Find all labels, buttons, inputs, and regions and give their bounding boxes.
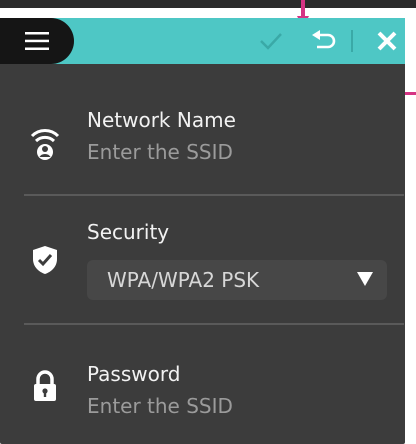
undo-button[interactable]: [310, 27, 338, 55]
password-input[interactable]: Enter the SSID: [87, 394, 233, 418]
ssid-input[interactable]: Enter the SSID: [87, 140, 233, 164]
security-label: Security: [87, 220, 170, 244]
close-icon: [377, 31, 397, 51]
header-divider: [351, 30, 353, 52]
wifi-person-icon: [30, 126, 60, 162]
check-icon: [260, 33, 282, 50]
top-strip: [0, 0, 416, 8]
triangle-down-icon: [357, 272, 373, 286]
shield-check-icon: [30, 242, 60, 278]
lock-icon: [30, 368, 60, 404]
hamburger-icon: [25, 32, 49, 50]
divider: [24, 194, 404, 196]
security-select[interactable]: WPA/WPA2 PSK: [87, 260, 387, 300]
wifi-settings-panel: Network Name Enter the SSID Security WPA…: [0, 18, 405, 444]
security-selected-value: WPA/WPA2 PSK: [107, 268, 260, 292]
confirm-button[interactable]: [257, 27, 285, 55]
network-name-row[interactable]: Network Name Enter the SSID: [0, 98, 405, 208]
annotation-line: [405, 92, 416, 95]
top-spacer: [0, 8, 416, 18]
close-button[interactable]: [373, 27, 401, 55]
divider: [24, 323, 404, 325]
menu-button[interactable]: [0, 18, 74, 64]
network-name-label: Network Name: [87, 108, 236, 132]
header-bar: [0, 18, 405, 64]
password-label: Password: [87, 362, 181, 386]
password-row[interactable]: Password Enter the SSID: [0, 338, 405, 438]
undo-icon: [312, 30, 336, 49]
